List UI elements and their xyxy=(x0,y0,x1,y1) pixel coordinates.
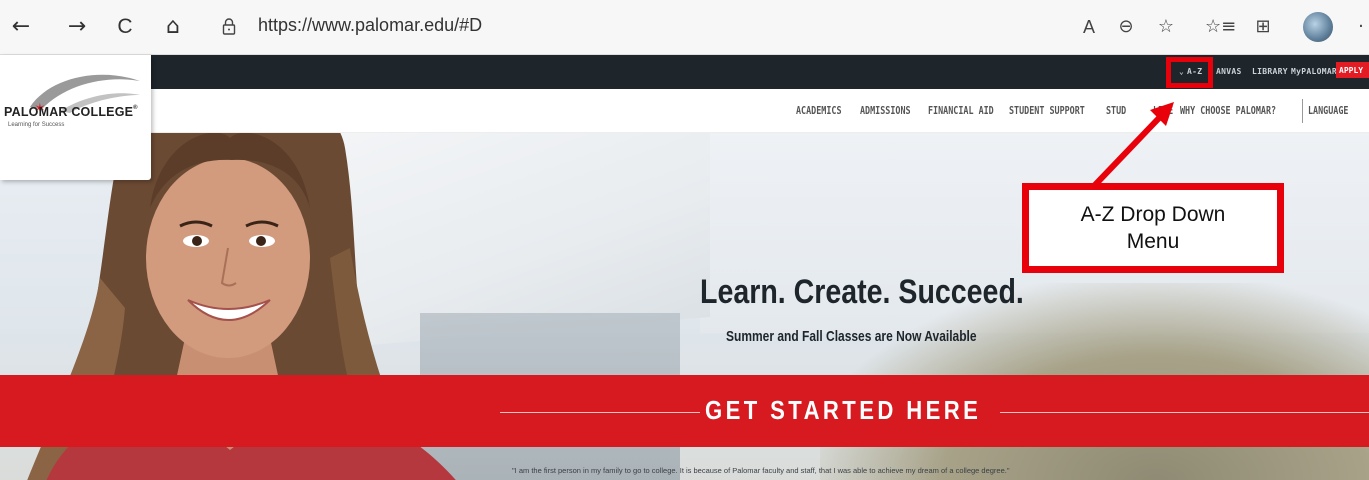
lock-icon[interactable] xyxy=(222,17,236,35)
logo-tagline: Learning for Success xyxy=(8,122,65,128)
nav-student-life-tail[interactable]: LIFE xyxy=(1153,105,1173,117)
az-highlight-box xyxy=(1166,57,1213,88)
add-favorite-icon[interactable]: ☆ xyxy=(1155,14,1177,40)
canvas-link[interactable]: ANVAS xyxy=(1216,67,1242,76)
nav-why-choose[interactable]: WHY CHOOSE PALOMAR? xyxy=(1180,105,1276,117)
apply-button[interactable]: APPLY xyxy=(1336,62,1369,78)
back-icon[interactable]: ← xyxy=(8,14,34,40)
annotation-callout: A-Z Drop Down Menu xyxy=(1022,183,1284,273)
nav-language[interactable]: LANGUAGE xyxy=(1308,105,1348,117)
nav-admissions[interactable]: ADMISSIONS xyxy=(860,105,911,117)
refresh-icon[interactable]: C xyxy=(112,14,138,40)
collections-icon[interactable]: ⊞ xyxy=(1252,14,1274,40)
cta-line-left xyxy=(500,412,700,413)
student-quote: "I am the first person in my family to g… xyxy=(512,466,1010,475)
site-utility-bar: ⌄ A-Z ANVAS LIBRARY MyPALOMAR APPLY xyxy=(0,55,1369,89)
zoom-icon[interactable]: ⊖ xyxy=(1115,14,1137,40)
get-started-button[interactable]: GET STARTED HERE xyxy=(705,395,981,426)
logo-name: PALOMAR COLLEGE® xyxy=(4,105,138,119)
mypalomar-link[interactable]: MyPALOMAR xyxy=(1291,67,1337,76)
profile-avatar[interactable] xyxy=(1303,12,1333,42)
nav-student-life[interactable]: STUD xyxy=(1106,105,1126,117)
library-link[interactable]: LIBRARY xyxy=(1252,67,1288,76)
address-bar-url[interactable]: https://www.palomar.edu/#D xyxy=(258,15,482,36)
home-icon[interactable]: ⌂ xyxy=(160,14,186,40)
browser-toolbar: ← → C ⌂ https://www.palomar.edu/#D A ⊖ ☆… xyxy=(0,0,1369,55)
cta-line-right xyxy=(1000,412,1369,413)
callout-text: A-Z Drop Down Menu xyxy=(1080,202,1226,253)
main-navigation: ACADEMICS ADMISSIONS FINANCIAL AID STUDE… xyxy=(0,89,1369,133)
get-started-band[interactable]: GET STARTED HERE xyxy=(0,375,1369,447)
more-icon[interactable]: · xyxy=(1355,14,1367,40)
nav-academics[interactable]: ACADEMICS xyxy=(796,105,842,117)
hero-subline: Summer and Fall Classes are Now Availabl… xyxy=(726,328,977,345)
favorites-icon[interactable]: ☆≡ xyxy=(1205,14,1236,40)
forward-icon[interactable]: → xyxy=(64,14,90,40)
nav-student-support[interactable]: STUDENT SUPPORT xyxy=(1009,105,1085,117)
read-aloud-icon[interactable]: A xyxy=(1078,14,1100,40)
palomar-logo[interactable]: ✶ PALOMAR COLLEGE® Learning for Success xyxy=(0,55,151,180)
nav-divider xyxy=(1302,99,1303,123)
nav-financial-aid[interactable]: FINANCIAL AID xyxy=(928,105,994,117)
hero-headline: Learn. Create. Succeed. xyxy=(700,273,1024,311)
